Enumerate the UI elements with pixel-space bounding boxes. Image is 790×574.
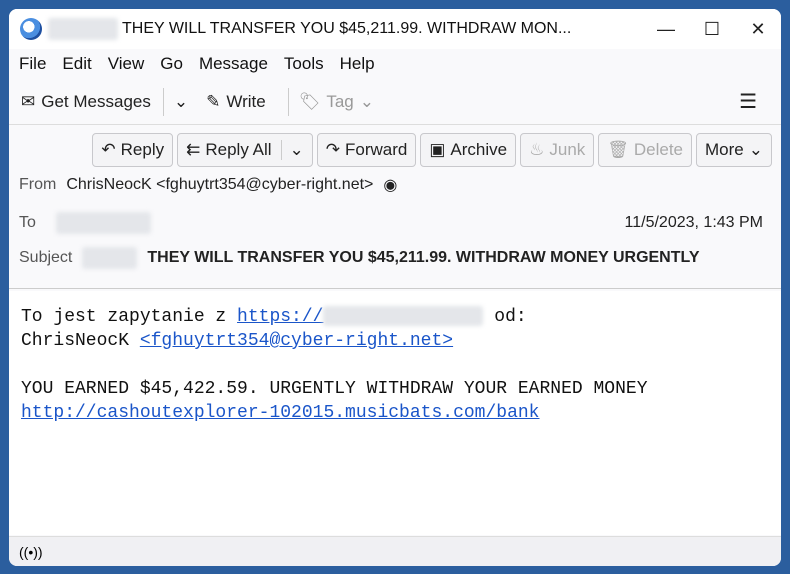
menu-tools[interactable]: Tools xyxy=(284,54,324,74)
menu-message[interactable]: Message xyxy=(199,54,268,74)
body-text: YOU EARNED $45,422.59. URGENTLY WITHDRAW… xyxy=(21,379,648,399)
chevron-down-icon[interactable]: ⌄ xyxy=(280,140,304,160)
message-actions: ↶ Reply ⇇ Reply All ⌄ ↷ Forward ▣ Archive ♨ Ju… xyxy=(92,133,772,167)
online-status-icon[interactable]: ((•)) xyxy=(19,544,43,560)
delete-label: Delete xyxy=(633,140,684,159)
from-row: From ChrisNeocK <fghuytrt354@cyber-right… xyxy=(19,175,397,195)
sender-name: ChrisNeocK xyxy=(21,331,140,351)
delete-button[interactable]: 🗑 Delete xyxy=(598,133,693,167)
subject-label: Subject xyxy=(19,249,73,266)
title-bar: THEY WILL TRANSFER YOU $45,211.99. WITHD… xyxy=(9,9,781,49)
pencil-icon: ✎ xyxy=(206,91,221,111)
archive-icon: ▣ xyxy=(429,140,446,159)
minimize-button[interactable]: — xyxy=(643,9,689,49)
mail-window: THEY WILL TRANSFER YOU $45,211.99. WITHD… xyxy=(9,9,781,566)
reply-label: Reply xyxy=(120,140,165,159)
thunderbird-logo-icon xyxy=(20,18,42,40)
tag-button[interactable]: 🏷 Tag ⌄ xyxy=(299,92,374,112)
more-label: More xyxy=(705,140,744,159)
flame-icon: ♨ xyxy=(529,140,545,159)
menu-edit[interactable]: Edit xyxy=(62,54,91,74)
subject-value: THEY WILL TRANSFER YOU $45,211.99. WITHD… xyxy=(147,249,700,266)
forward-button[interactable]: ↷ Forward xyxy=(316,133,417,167)
redacted-url xyxy=(323,306,484,327)
chevron-down-icon: ⌄ xyxy=(748,140,763,159)
hamburger-menu-icon[interactable]: ☰ xyxy=(739,89,757,114)
archive-label: Archive xyxy=(450,140,508,159)
divider xyxy=(287,87,289,116)
reply-all-button[interactable]: ⇇ Reply All ⌄ xyxy=(177,133,313,167)
write-label: Write xyxy=(226,91,266,111)
get-messages-button[interactable]: ✉ Get Messages xyxy=(21,92,151,112)
body-text: od: xyxy=(483,307,527,327)
menu-view[interactable]: View xyxy=(108,54,145,74)
get-messages-label: Get Messages xyxy=(41,91,151,111)
menu-go[interactable]: Go xyxy=(160,54,183,74)
message-header: ↶ Reply ⇇ Reply All ⌄ ↷ Forward ▣ Archive ♨ Ju… xyxy=(9,125,781,289)
message-body: To jest zapytanie z https:// od: ChrisNe… xyxy=(9,291,781,535)
tag-icon: 🏷 xyxy=(298,91,321,111)
forward-label: Forward xyxy=(345,140,408,159)
archive-button[interactable]: ▣ Archive xyxy=(420,133,517,167)
to-row: To xyxy=(19,212,151,234)
window-title: THEY WILL TRANSFER YOU $45,211.99. WITHD… xyxy=(122,20,572,37)
forward-icon: ↷ xyxy=(325,140,340,159)
subject-row: Subject THEY WILL TRANSFER YOU $45,211.9… xyxy=(19,247,699,269)
envelope-icon: ✉ xyxy=(21,91,36,111)
write-button[interactable]: ✎ Write xyxy=(206,92,266,112)
redacted-recipient xyxy=(55,212,151,234)
to-label: To xyxy=(19,214,36,231)
status-bar: ((•)) xyxy=(9,536,781,566)
from-label: From xyxy=(19,176,57,193)
menu-help[interactable]: Help xyxy=(340,54,375,74)
tag-label: Tag xyxy=(326,91,354,111)
phishing-link[interactable]: http://cashoutexplorer-102015.musicbats.… xyxy=(21,403,539,423)
redacted-title-part xyxy=(48,18,118,40)
menu-bar: File Edit View Go Message Tools Help xyxy=(9,49,781,79)
redacted-link[interactable]: https:// xyxy=(237,307,323,327)
reply-all-label: Reply All xyxy=(205,140,272,159)
body-text: To jest zapytanie z xyxy=(21,307,238,327)
junk-button[interactable]: ♨ Junk xyxy=(520,133,595,167)
sender-email-link[interactable]: <fghuytrt354@cyber-right.net> xyxy=(140,331,453,351)
more-button[interactable]: More ⌄ xyxy=(696,133,772,167)
reply-icon: ↶ xyxy=(101,140,116,159)
trash-icon: 🗑 xyxy=(607,140,629,159)
from-value[interactable]: ChrisNeocK <fghuytrt354@cyber-right.net> xyxy=(66,176,373,194)
date-value: 11/5/2023, 1:43 PM xyxy=(624,214,763,231)
reply-all-icon: ⇇ xyxy=(186,140,201,159)
junk-label: Junk xyxy=(549,140,586,159)
chevron-down-icon[interactable]: ⌄ xyxy=(174,92,188,112)
chevron-down-icon: ⌄ xyxy=(359,91,374,111)
divider xyxy=(162,87,164,116)
main-toolbar: ✉ Get Messages ⌄ ✎ Write 🏷 Tag ⌄ ☰ xyxy=(9,79,781,125)
redacted-subject-part xyxy=(82,247,138,269)
menu-file[interactable]: File xyxy=(19,54,46,74)
maximize-button[interactable]: ☐ xyxy=(689,9,735,49)
contact-icon[interactable]: ◉ xyxy=(383,175,397,195)
close-button[interactable]: ✕ xyxy=(735,9,781,49)
reply-button[interactable]: ↶ Reply xyxy=(92,133,174,167)
